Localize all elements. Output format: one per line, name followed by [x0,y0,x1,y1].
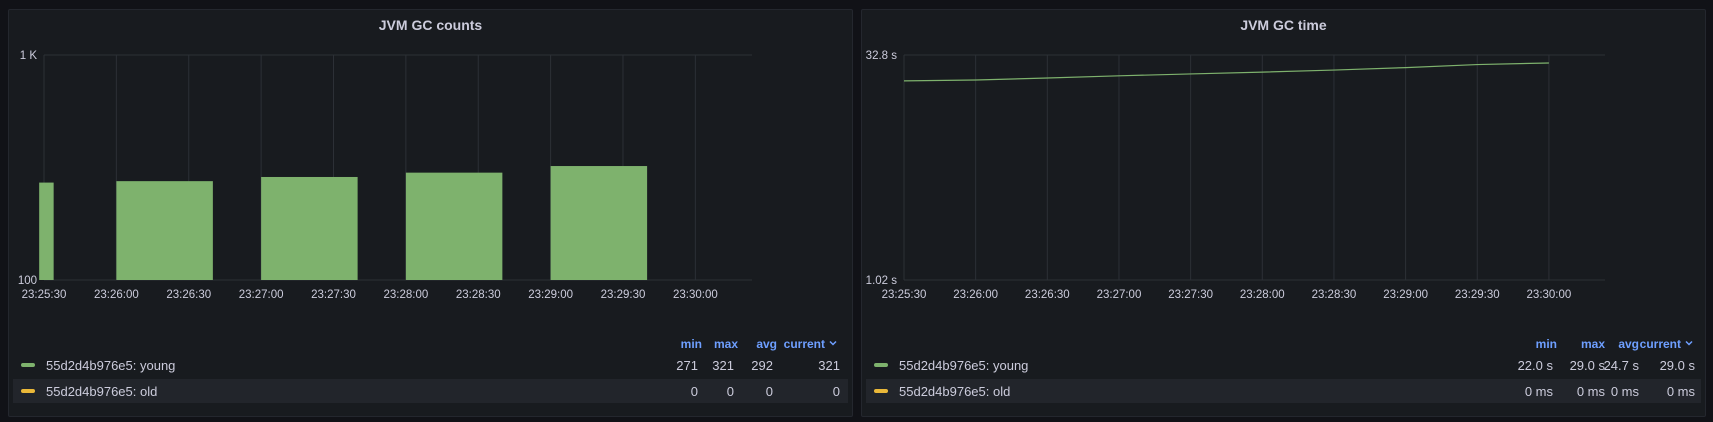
legend-min-value: 0 [690,384,698,399]
x-tick-label: 23:27:30 [1168,289,1213,301]
legend-min-header[interactable]: min [662,337,702,351]
chevron-down-icon[interactable] [826,337,840,351]
legend-row-young[interactable]: 55d2d4b976e5: young 271 321 292 321 [13,353,848,377]
x-tick-label: 23:28:30 [1312,289,1357,301]
legend-min-value: 0 ms [1524,384,1553,399]
x-tick-label: 23:26:30 [166,289,211,301]
legend-avg-value: 24.7 s [1603,358,1639,373]
legend-min-value: 271 [676,358,698,373]
x-tick-label: 23:26:00 [953,289,998,301]
series-line [903,62,1549,82]
x-tick-label: 23:28:00 [383,289,428,301]
legend-current-value: 0 [832,384,840,399]
legend-series-name[interactable]: 55d2d4b976e5: young [46,358,175,373]
legend-max-value: 0 [726,384,734,399]
legend-min-header[interactable]: min [1517,337,1557,351]
legend-row-young[interactable]: 55d2d4b976e5: young 22.0 s 29.0 s 24.7 s… [866,353,1701,377]
legend-row-old[interactable]: 55d2d4b976e5: old 0 0 0 0 [13,379,848,403]
y-tick-label: 32.8 s [866,50,898,62]
x-tick-label: 23:25:30 [882,289,927,301]
legend-current-header[interactable]: current [1631,337,1681,351]
x-tick-label: 23:29:00 [528,289,573,301]
legend-avg-value: 0 [765,384,773,399]
legend-series-name[interactable]: 55d2d4b976e5: young [899,358,1028,373]
bar [550,166,648,280]
legend-series-name[interactable]: 55d2d4b976e5: old [46,384,157,399]
x-tick-label: 23:25:30 [22,289,67,301]
legend-current-header[interactable]: current [775,337,825,351]
bar [405,172,503,280]
legend-min-value: 22.0 s [1517,358,1553,373]
legend-current-value: 321 [818,358,840,373]
x-tick-label: 23:30:00 [673,289,718,301]
legend-avg-value: 0 ms [1610,384,1639,399]
y-tick-label: 1 K [20,50,38,62]
legend-max-value: 321 [712,358,734,373]
gc-time-chart[interactable]: 32.8 s 1.02 s 23:25:30 23:26:00 23:26:30 23:2… [862,10,1705,330]
bar [261,176,358,280]
series-swatch-green[interactable] [874,363,888,367]
x-tick-label: 23:30:00 [1527,289,1572,301]
y-tick-label: 1.02 s [866,275,898,287]
legend-row-old[interactable]: 55d2d4b976e5: old 0 ms 0 ms 0 ms 0 ms [866,379,1701,403]
legend-current-value: 0 ms [1666,384,1695,399]
series-swatch-green[interactable] [21,363,35,367]
series-swatch-yellow[interactable] [21,389,35,393]
x-tick-label: 23:28:30 [456,289,501,301]
x-tick-label: 23:29:30 [1455,289,1500,301]
gc-counts-chart[interactable]: 1 K 100 23:25:30 23:26:00 23:26:30 23:27:00 23… [9,10,852,330]
legend-max-header[interactable]: max [698,337,738,351]
chevron-down-icon[interactable] [1682,337,1696,351]
bar [116,181,213,280]
gc-counts-panel: JVM GC counts 1 K 100 23:25:30 23:26:00 23:2… [8,9,853,417]
x-tick-label: 23:27:30 [311,289,356,301]
gc-time-panel: JVM GC time 32.8 s 1.02 s 23:25:30 23:26:00… [861,9,1706,417]
x-tick-label: 23:26:30 [1025,289,1070,301]
y-tick-label: 100 [18,275,37,287]
legend-avg-value: 292 [751,358,773,373]
x-tick-label: 23:27:00 [239,289,284,301]
series-swatch-yellow[interactable] [874,389,888,393]
legend-avg-header[interactable]: avg [737,337,777,351]
x-tick-label: 23:29:00 [1383,289,1428,301]
bar [39,182,54,280]
x-tick-label: 23:29:30 [601,289,646,301]
legend-current-value: 29.0 s [1659,358,1695,373]
legend-series-name[interactable]: 55d2d4b976e5: old [899,384,1010,399]
x-tick-label: 23:26:00 [94,289,139,301]
x-tick-label: 23:27:00 [1097,289,1142,301]
x-tick-label: 23:28:00 [1240,289,1285,301]
